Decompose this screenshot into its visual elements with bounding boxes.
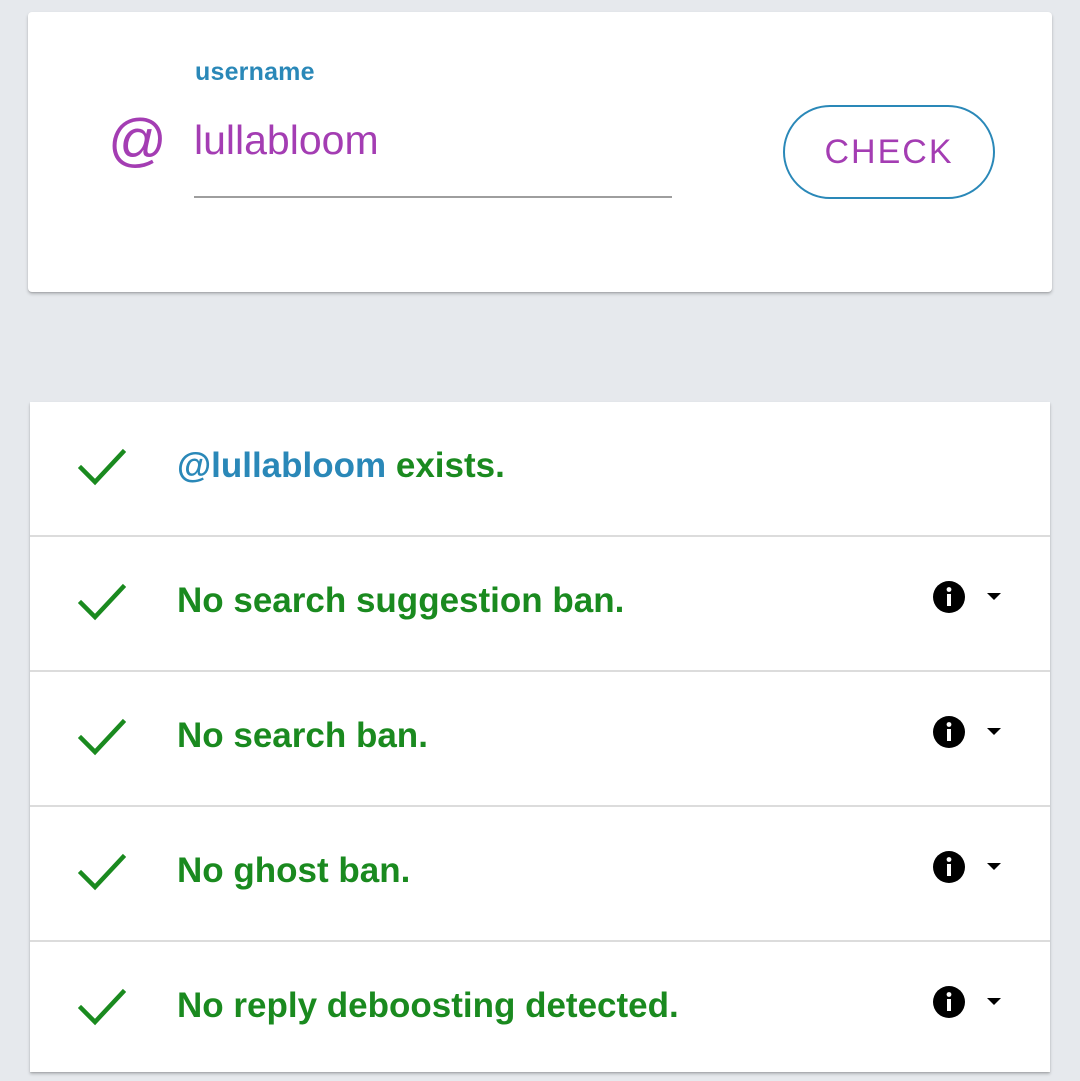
check-button[interactable]: CHECK <box>783 105 995 199</box>
check-icon <box>78 448 126 486</box>
result-row-search-suggestion-ban[interactable]: No search suggestion ban. <box>30 537 1050 672</box>
at-sign-icon: @ <box>108 108 167 173</box>
info-icon[interactable] <box>932 985 966 1019</box>
result-row-reply-deboosting[interactable]: No reply deboosting detected. <box>30 942 1050 1075</box>
dropdown-arrow-icon[interactable] <box>984 859 1004 875</box>
result-text: No search ban. <box>177 716 428 755</box>
result-text: No ghost ban. <box>177 851 411 890</box>
result-status-text: exists. <box>386 446 505 485</box>
info-icon[interactable] <box>932 850 966 884</box>
result-row-exists: @lullabloom exists. <box>30 402 1050 537</box>
result-row-search-ban[interactable]: No search ban. <box>30 672 1050 807</box>
username-field-label: username <box>195 58 315 86</box>
result-text: No search suggestion ban. <box>177 581 625 620</box>
check-icon <box>78 718 126 756</box>
username-field-underline <box>194 196 672 198</box>
check-icon <box>78 583 126 621</box>
info-icon[interactable] <box>932 580 966 614</box>
dropdown-arrow-icon[interactable] <box>984 589 1004 605</box>
info-icon[interactable] <box>932 715 966 749</box>
username-input[interactable] <box>194 110 672 170</box>
username-search-card: @ username CHECK <box>28 12 1052 292</box>
results-card: @lullabloom exists. No search suggestion… <box>30 402 1050 1072</box>
check-icon <box>78 853 126 891</box>
check-icon <box>78 988 126 1026</box>
dropdown-arrow-icon[interactable] <box>984 994 1004 1010</box>
username-field[interactable]: username <box>194 56 672 198</box>
dropdown-arrow-icon[interactable] <box>984 724 1004 740</box>
result-text: @lullabloom exists. <box>177 446 505 486</box>
result-text: No reply deboosting detected. <box>177 986 679 1025</box>
result-row-ghost-ban[interactable]: No ghost ban. <box>30 807 1050 942</box>
result-handle[interactable]: @lullabloom <box>177 446 386 485</box>
